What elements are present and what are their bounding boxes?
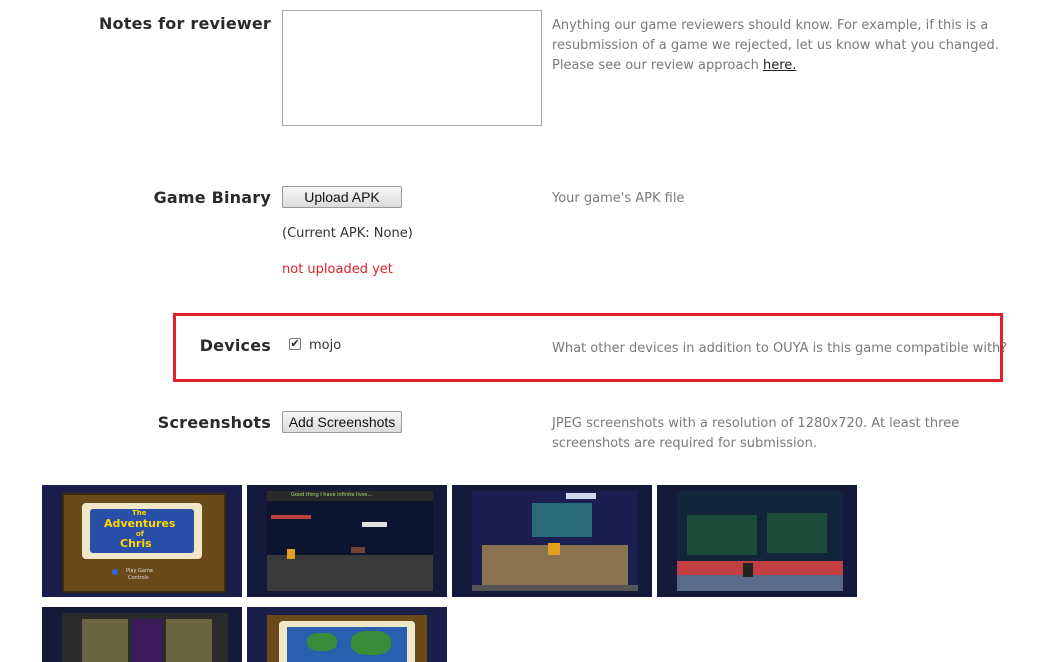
notes-help: Anything our game reviewers should know.… xyxy=(552,16,1027,76)
screenshot-thumbnail-4[interactable] xyxy=(657,485,857,597)
screenshot-thumbnail-3[interactable] xyxy=(452,485,652,597)
notes-textarea[interactable] xyxy=(282,10,542,126)
mojo-option-label[interactable]: mojo xyxy=(309,338,341,353)
game-binary-label: Game Binary xyxy=(153,188,271,207)
devices-label: Devices xyxy=(199,336,271,355)
menu-controls: Controls xyxy=(128,575,149,581)
menu-play-game: Play Game xyxy=(126,568,153,574)
upload-apk-button[interactable]: Upload APK xyxy=(282,186,402,208)
mojo-checkbox[interactable]: ✔ xyxy=(289,338,301,350)
screenshot-thumbnail-5[interactable] xyxy=(42,607,242,662)
screenshots-help: JPEG screenshots with a resolution of 12… xyxy=(552,416,960,451)
review-approach-link[interactable]: here. xyxy=(763,58,796,73)
screenshot-thumbnail-2[interactable]: Good thing I have infinite lives... xyxy=(247,485,447,597)
title-line-2: Adventures xyxy=(104,517,176,530)
game-binary-help: Your game's APK file xyxy=(552,191,685,206)
screenshot-thumbnail-6[interactable] xyxy=(247,607,447,662)
title-line-1: The xyxy=(132,509,147,517)
devices-help: What other devices in addition to OUYA i… xyxy=(552,341,1008,356)
upload-status: not uploaded yet xyxy=(282,262,393,277)
screenshot-thumbnail-1[interactable]: The Adventures of Chris Play Game Contro… xyxy=(42,485,242,597)
add-screenshots-button[interactable]: Add Screenshots xyxy=(282,411,402,433)
title-line-4: Chris xyxy=(120,537,152,550)
dialogue-caption: Good thing I have infinite lives... xyxy=(291,492,373,498)
current-apk-text: (Current APK: None) xyxy=(282,226,413,241)
screenshots-label: Screenshots xyxy=(157,413,271,432)
notes-label: Notes for reviewer xyxy=(98,14,271,33)
